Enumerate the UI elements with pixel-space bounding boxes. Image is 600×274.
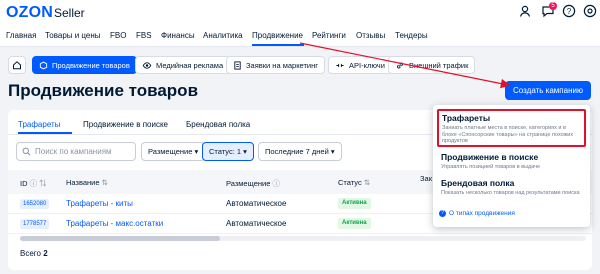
campaign-placement: Автоматическое — [226, 219, 287, 228]
status-filter-label: Статус: 1 — [209, 147, 242, 156]
info-icon: ⓘ — [272, 179, 280, 188]
nav-active-underline — [252, 44, 304, 46]
period-filter[interactable]: Последние 7 дней ▾ — [258, 142, 342, 161]
content-tab-brand-shelf[interactable]: Брендовая полка — [186, 120, 250, 129]
api-icon — [336, 63, 344, 67]
period-filter-label: Последние 7 дней — [265, 147, 329, 156]
menu-item-brand-shelf[interactable]: Брендовая полка Показать несколько товар… — [437, 178, 586, 197]
campaign-name-link[interactable]: Трафареты - макс.остатки — [66, 219, 163, 228]
nav-fbs[interactable]: FBS — [136, 31, 152, 40]
tab-label: API-ключи — [349, 60, 385, 70]
promotion-types-link[interactable]: ? О типах продвижения — [439, 210, 515, 217]
header-name[interactable]: Название ⇅ — [66, 178, 108, 187]
total-value: 2 — [43, 249, 48, 258]
nav-finance[interactable]: Финансы — [161, 31, 195, 40]
ozon-logo[interactable]: OZON — [6, 4, 53, 22]
sort-icon: ⓘ ⇅ — [29, 179, 47, 188]
chevron-down-icon: ▾ — [194, 147, 199, 156]
tab-api-keys[interactable]: API-ключи — [328, 56, 392, 74]
menu-item-search-promotion[interactable]: Продвижение в поиске Управлять позицией … — [437, 152, 586, 171]
info-icon: ? — [439, 210, 446, 217]
menu-item-title: Брендовая полка — [441, 178, 515, 188]
notification-badge: 5 — [549, 2, 557, 10]
header-name-label: Название — [66, 178, 100, 187]
header-id-label: ID — [20, 179, 28, 188]
promotion-types-label: О типах продвижения — [449, 210, 515, 217]
top-bar: OZON Seller 5 ? — [0, 0, 600, 25]
chevron-down-icon: ▾ — [243, 147, 247, 156]
scrollbar-thumb[interactable] — [20, 236, 220, 241]
content-tab-stencils[interactable]: Трафареты — [18, 120, 60, 129]
nav-tenders[interactable]: Тендеры — [395, 31, 428, 40]
eye-icon — [142, 61, 152, 69]
menu-item-description: Заниать платные места в поиске, категори… — [442, 125, 574, 144]
status-badge: Активна — [338, 198, 371, 209]
nav-analytics[interactable]: Аналитика — [203, 31, 243, 40]
tab-label: Медийная реклама — [156, 60, 224, 70]
page-title: Продвижение товаров — [8, 81, 199, 100]
sort-icon: ⇅ — [101, 178, 108, 187]
total-count: Всего 2 — [20, 249, 48, 258]
campaign-name-link[interactable]: Трафареты - киты — [66, 199, 133, 208]
nav-fbo[interactable]: FBO — [110, 31, 126, 40]
menu-item-description: Управлять позицией товаров в выдаче — [441, 164, 541, 170]
campaign-id[interactable]: 1778577 — [20, 219, 50, 229]
placement-filter[interactable]: Размещение ▾ — [141, 142, 206, 161]
total-label: Всего — [20, 249, 41, 258]
tab-label: Продвижение товаров — [52, 60, 130, 70]
tab-label: Заявки на маркетинг — [246, 60, 318, 70]
box-icon — [39, 61, 48, 69]
status-badge: Активна — [338, 218, 371, 229]
nav-promotion[interactable]: Продвижение — [252, 31, 303, 40]
home-button[interactable] — [8, 56, 26, 74]
header-id[interactable]: ID ⓘ ⇅ — [20, 178, 47, 189]
settings-icon[interactable] — [583, 4, 597, 18]
link-icon — [397, 62, 403, 68]
header-placement-label: Размещение — [226, 179, 271, 188]
svg-text:?: ? — [567, 7, 572, 16]
nav-ratings[interactable]: Рейтинги — [312, 31, 346, 40]
header-status[interactable]: Статус ⇅ — [338, 178, 370, 187]
chevron-down-icon: ▾ — [330, 147, 335, 156]
help-icon[interactable]: ? — [562, 4, 576, 18]
menu-item-description: Показать несколько товаров над результат… — [441, 190, 580, 196]
search-placeholder: Поиск по кампаниям — [35, 147, 112, 156]
header-placement[interactable]: Размещение ⓘ — [226, 178, 280, 189]
search-input[interactable]: Поиск по кампаниям — [16, 142, 136, 161]
menu-item-title: Трафареты — [442, 113, 491, 123]
sort-icon: ⇅ — [363, 178, 371, 187]
tab-media-ads[interactable]: Медийная реклама — [135, 56, 231, 74]
logo-subtitle: Seller — [54, 6, 85, 20]
tab-label: Внешний трафик — [409, 60, 469, 70]
menu-item-stencils[interactable]: Трафареты Заниать платные места в поиске… — [437, 109, 586, 147]
tab-external-traffic[interactable]: Внешний трафик — [388, 56, 476, 74]
status-filter[interactable]: Статус: 1 ▾ — [202, 142, 254, 161]
horizontal-scrollbar[interactable] — [20, 236, 586, 241]
create-campaign-button[interactable]: Создать кампанию — [505, 81, 591, 100]
main-nav: Главная Товары и цены FBO FBS Финансы Ан… — [0, 25, 600, 47]
tab-marketing-requests[interactable]: Заявки на маркетинг — [226, 56, 325, 74]
header-status-label: Статус — [338, 178, 362, 187]
nav-home[interactable]: Главная — [6, 31, 36, 40]
menu-item-title: Продвижение в поиске — [441, 152, 539, 162]
user-icon[interactable] — [518, 4, 532, 18]
tab-product-promotion[interactable]: Продвижение товаров — [32, 56, 137, 74]
search-icon — [22, 147, 31, 156]
nav-reviews[interactable]: Отзывы — [356, 31, 385, 40]
content-tab-search-promotion[interactable]: Продвижение в поиске — [83, 120, 168, 129]
document-icon — [234, 60, 241, 70]
campaign-type-menu: Трафареты Заниать платные места в поиске… — [433, 105, 590, 227]
header-extra: Зак — [420, 174, 432, 183]
nav-products[interactable]: Товары и цены — [45, 31, 101, 40]
campaign-placement: Автоматическое — [226, 199, 287, 208]
placement-filter-label: Размещение — [148, 147, 193, 156]
campaign-id[interactable]: 1652080 — [20, 199, 50, 209]
home-icon — [13, 61, 21, 70]
